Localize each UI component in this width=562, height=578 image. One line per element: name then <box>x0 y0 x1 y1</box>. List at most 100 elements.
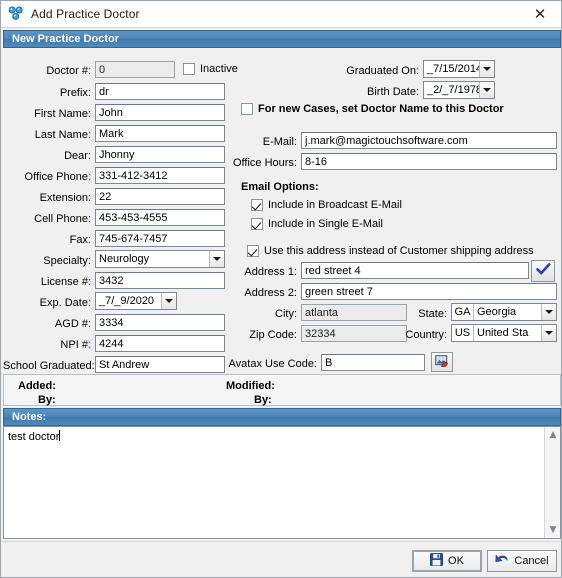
chevron-down-icon[interactable] <box>479 61 494 77</box>
chevron-down-icon[interactable] <box>479 82 494 98</box>
picture-edit-icon <box>435 354 449 370</box>
scroll-up-icon[interactable]: ▲ <box>545 427 561 443</box>
set-doctor-name-checkbox-box[interactable] <box>241 103 253 115</box>
graduated-on-value: _7/15/2014 <box>427 63 479 75</box>
email-field[interactable]: j.mark@magictouchsoftware.com <box>301 132 557 149</box>
agd-no-field[interactable]: 3334 <box>95 314 225 331</box>
specialty-combobox[interactable]: Neurology <box>95 250 225 268</box>
specialty-label: Specialty: <box>43 255 91 267</box>
dear-field[interactable]: Jhonny <box>95 146 225 163</box>
dear-label: Dear: <box>64 150 91 162</box>
specialty-value: Neurology <box>99 253 150 265</box>
office-hours-field[interactable]: 8-16 <box>301 153 557 170</box>
notes-textarea[interactable]: test doctor ▲ ▼ <box>3 426 561 539</box>
exp-date-value: _7/_9/2020 <box>99 295 155 307</box>
last-name-field[interactable]: Mark <box>95 125 225 142</box>
cell-phone-field[interactable]: 453-453-4555 <box>95 209 225 226</box>
address2-field[interactable]: green street 7 <box>301 283 557 300</box>
graduated-on-label: Graduated On: <box>346 65 419 77</box>
extension-field[interactable]: 22 <box>95 188 225 205</box>
fax-field[interactable]: 745-674-7457 <box>95 230 225 247</box>
include-single-email-checkbox[interactable]: Include in Single E-Mail <box>251 218 383 230</box>
country-combobox[interactable]: US United Sta <box>451 324 557 342</box>
check-icon <box>535 263 551 279</box>
first-name-label: First Name: <box>34 108 91 120</box>
include-single-email-label: Include in Single E-Mail <box>268 218 383 230</box>
zip-label: Zip Code: <box>249 329 297 341</box>
graduated-on-datepicker[interactable]: _7/15/2014 <box>423 60 495 78</box>
city-label: City: <box>275 308 297 320</box>
cancel-button[interactable]: Cancel <box>487 550 557 572</box>
notes-scrollbar[interactable]: ▲ ▼ <box>544 427 560 538</box>
address1-field[interactable]: red street 4 <box>301 262 529 279</box>
cancel-button-label: Cancel <box>514 555 549 567</box>
doctor-no-field[interactable]: 0 <box>95 61 175 78</box>
agd-no-label: AGD #: <box>54 318 91 330</box>
use-this-address-label: Use this address instead of Customer shi… <box>264 245 534 257</box>
prefix-label: Prefix: <box>59 87 91 99</box>
avatax-lookup-button[interactable] <box>431 352 453 372</box>
country-code[interactable]: US <box>452 325 474 341</box>
modified-label: Modified: <box>226 380 275 392</box>
dialog-footer: OK Cancel <box>1 541 561 577</box>
birth-date-datepicker[interactable]: _2/_7/1978 <box>423 81 495 99</box>
include-broadcast-email-checkbox-box[interactable] <box>251 199 263 211</box>
country-name: United Sta <box>477 327 529 339</box>
email-label: E-Mail: <box>262 136 297 148</box>
fax-label: Fax: <box>69 234 91 246</box>
added-label: Added: <box>18 380 56 392</box>
form-body: Doctor #: 0 Inactive Prefix: dr First Na… <box>3 49 561 373</box>
inactive-checkbox-box[interactable] <box>183 63 195 75</box>
cell-phone-label: Cell Phone: <box>34 213 91 225</box>
section-header-notes: Notes: <box>3 408 561 426</box>
audit-panel: Added: By: Modified: By: <box>3 374 561 406</box>
address2-label: Address 2: <box>244 287 297 299</box>
section-header-label: New Practice Doctor <box>12 33 119 45</box>
last-name-label: Last Name: <box>34 129 91 141</box>
state-label: State: <box>418 308 447 320</box>
exp-date-datepicker[interactable]: _7/_9/2020 <box>95 292 177 310</box>
include-broadcast-email-checkbox[interactable]: Include in Broadcast E-Mail <box>251 199 402 211</box>
inactive-checkbox[interactable]: Inactive <box>183 63 238 75</box>
license-no-label: License #: <box>40 276 91 288</box>
include-broadcast-email-label: Include in Broadcast E-Mail <box>268 199 402 211</box>
address1-label: Address 1: <box>244 266 297 278</box>
prefix-field[interactable]: dr <box>95 83 225 100</box>
extension-label: Extension: <box>39 192 91 204</box>
ok-button[interactable]: OK <box>412 550 482 572</box>
use-this-address-checkbox[interactable]: Use this address instead of Customer shi… <box>247 245 534 257</box>
inactive-checkbox-label: Inactive <box>200 63 238 75</box>
set-doctor-name-checkbox[interactable]: For new Cases, set Doctor Name to this D… <box>241 103 504 115</box>
chevron-down-icon[interactable] <box>161 293 176 309</box>
office-phone-field[interactable]: 331-412-3412 <box>95 167 225 184</box>
npi-no-field[interactable]: 4244 <box>95 335 225 352</box>
set-doctor-name-checkbox-label: For new Cases, set Doctor Name to this D… <box>258 103 504 115</box>
exp-date-label: Exp. Date: <box>39 297 91 309</box>
scroll-down-icon[interactable]: ▼ <box>545 522 561 538</box>
window-title: Add Practice Doctor <box>31 7 140 21</box>
state-name: Georgia <box>477 306 517 318</box>
save-disk-icon <box>430 553 443 569</box>
chevron-down-icon[interactable] <box>541 325 556 341</box>
include-single-email-checkbox-box[interactable] <box>251 218 263 230</box>
birth-date-label: Birth Date: <box>367 86 419 98</box>
state-code[interactable]: GA <box>452 304 474 320</box>
first-name-field[interactable]: John <box>95 104 225 121</box>
modified-by-label: By: <box>254 394 272 406</box>
license-no-field[interactable]: 3432 <box>95 272 225 289</box>
npi-no-label: NPI #: <box>60 339 91 351</box>
added-by-label: By: <box>38 394 56 406</box>
title-bar: Add Practice Doctor ✕ <box>1 1 561 28</box>
email-options-title: Email Options: <box>241 181 319 193</box>
text-caret <box>59 430 61 441</box>
verify-address-button[interactable] <box>531 260 555 282</box>
avatax-label: Avatax Use Code: <box>228 358 317 370</box>
avatax-field[interactable]: B <box>321 354 425 371</box>
state-combobox[interactable]: GA Georgia <box>451 303 557 321</box>
office-hours-label: Office Hours: <box>233 157 297 169</box>
close-icon[interactable]: ✕ <box>519 1 561 27</box>
school-graduated-field[interactable]: St Andrew <box>95 356 225 373</box>
country-label: Country: <box>405 329 447 341</box>
use-this-address-checkbox-box[interactable] <box>247 245 259 257</box>
chevron-down-icon[interactable] <box>541 304 556 320</box>
